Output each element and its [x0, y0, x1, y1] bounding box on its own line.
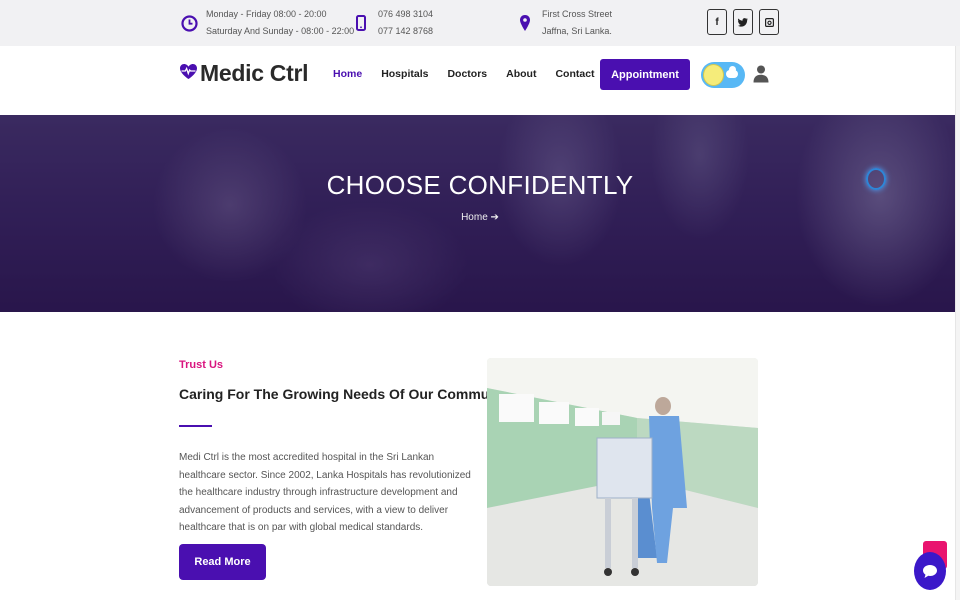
- cursor-ring: [866, 168, 886, 190]
- read-more-button[interactable]: Read More: [179, 544, 266, 580]
- phone-icon: [352, 5, 370, 41]
- user-icon[interactable]: [753, 65, 769, 88]
- phone-2[interactable]: 077 142 8768: [378, 23, 433, 40]
- nav-contact[interactable]: Contact: [555, 68, 594, 80]
- theme-toggle[interactable]: [701, 62, 745, 88]
- brand-logo[interactable]: Medic Ctrl: [179, 60, 308, 87]
- heading-underline: [179, 425, 212, 427]
- hospital-corridor-image: [487, 358, 758, 586]
- nav-hospitals[interactable]: Hospitals: [381, 68, 428, 80]
- section-heading: Caring For The Growing Needs Of Our Comm…: [179, 386, 518, 402]
- page-scrollbar[interactable]: [955, 46, 960, 600]
- clock-icon: [180, 5, 198, 41]
- address-line-2: Jaffna, Sri Lanka.: [542, 26, 612, 36]
- hours-weekdays: Monday - Friday 08:00 - 20:00: [206, 9, 327, 19]
- instagram-icon[interactable]: [759, 9, 779, 35]
- main-navbar: Medic Ctrl Home Hospitals Doctors About …: [0, 46, 960, 115]
- section-eyebrow: Trust Us: [179, 359, 224, 371]
- section-body: Medi Ctrl is the most accredited hospita…: [179, 452, 471, 533]
- location-pin-icon: [516, 5, 534, 41]
- address: First Cross Street Jaffna, Sri Lanka.: [516, 5, 612, 41]
- social-links: f: [707, 9, 779, 35]
- brand-name: Medic Ctrl: [200, 60, 309, 86]
- nav-home[interactable]: Home: [333, 68, 362, 80]
- hours-weekend: Saturday And Sunday - 08:00 - 22:00: [206, 26, 355, 36]
- nav-about[interactable]: About: [506, 68, 536, 80]
- opening-hours: Monday - Friday 08:00 - 20:00 Saturday A…: [180, 5, 354, 41]
- cloud-icon: [726, 66, 738, 78]
- nav-menu: Home Hospitals Doctors About Contact: [333, 68, 614, 80]
- heartbeat-icon: [179, 63, 198, 85]
- hero-title: CHOOSE CONFIDENTLY: [326, 170, 634, 200]
- twitter-icon[interactable]: [733, 9, 753, 35]
- hero-banner: CHOOSE CONFIDENTLY Home ➔: [0, 115, 960, 312]
- appointment-button[interactable]: Appointment: [600, 59, 690, 90]
- address-line-1: First Cross Street: [542, 9, 613, 19]
- nav-doctors[interactable]: Doctors: [447, 68, 487, 80]
- phone-1[interactable]: 076 498 3104: [378, 6, 433, 23]
- facebook-icon[interactable]: f: [707, 9, 727, 35]
- chat-icon[interactable]: [914, 552, 946, 590]
- top-info-bar: Monday - Friday 08:00 - 20:00 Saturday A…: [0, 0, 960, 46]
- breadcrumb[interactable]: Home ➔: [0, 212, 960, 223]
- phone-numbers: 076 498 3104 077 142 8768: [352, 5, 433, 41]
- sun-icon: [703, 64, 724, 86]
